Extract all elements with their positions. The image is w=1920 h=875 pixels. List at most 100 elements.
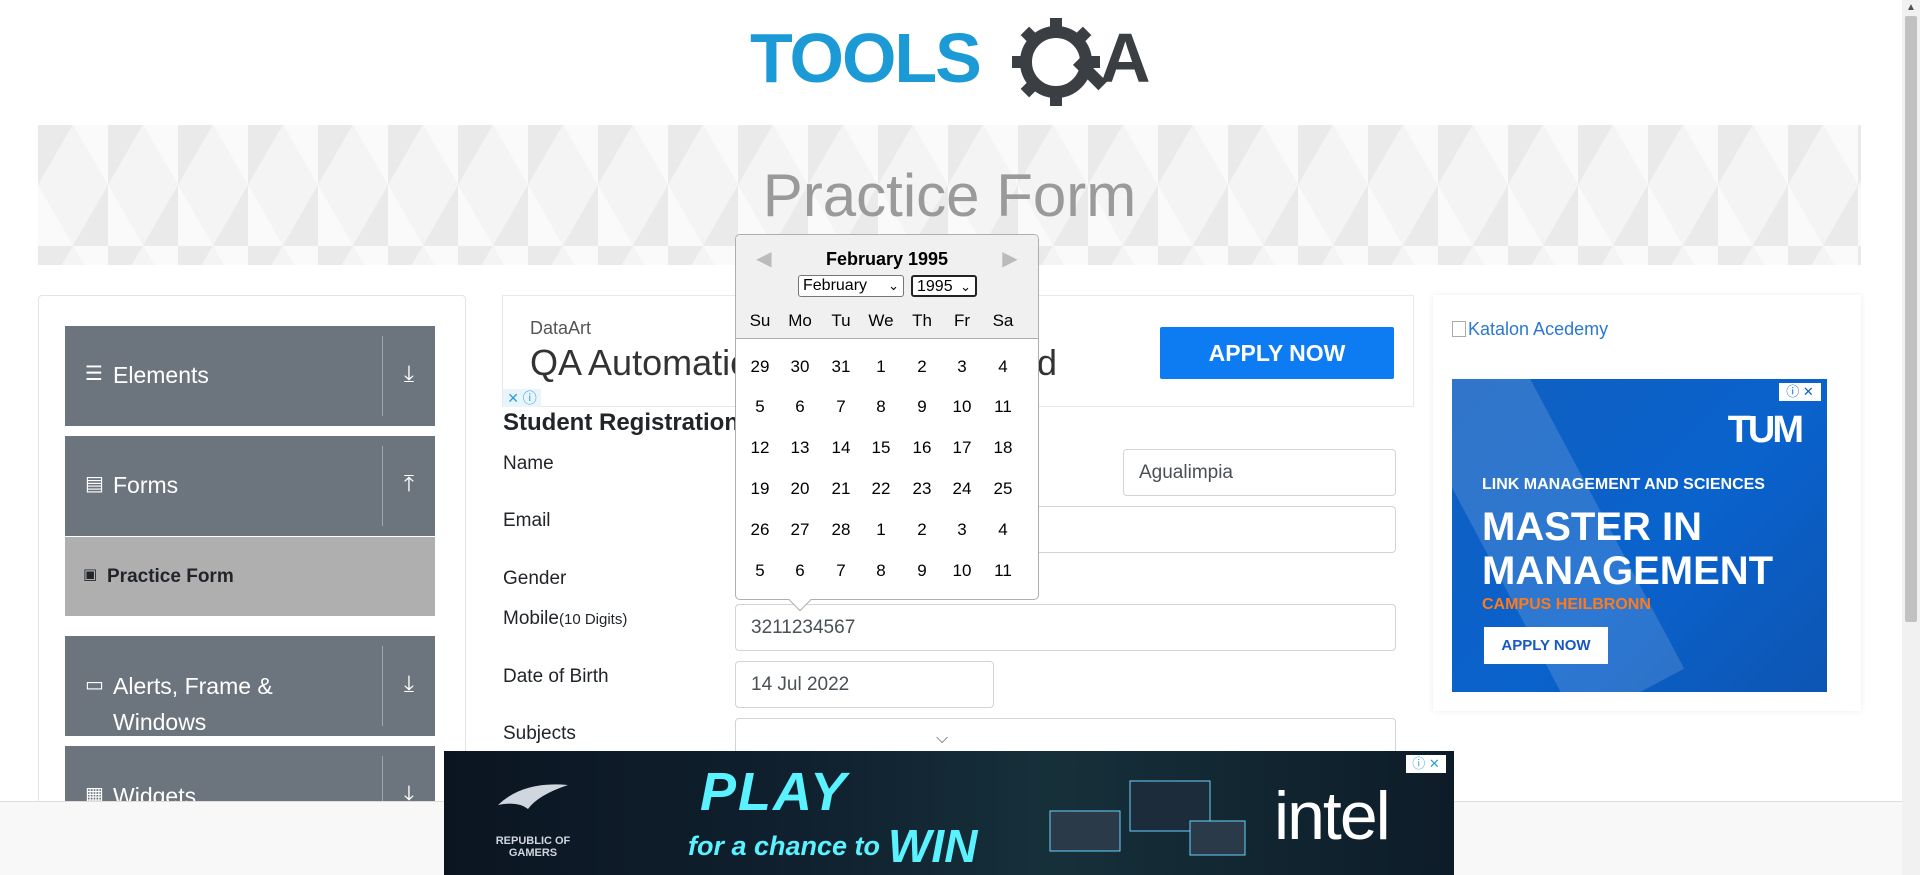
scroll-up-arrow-icon[interactable]: ▲ — [1902, 2, 1920, 13]
broken-image-icon — [1452, 321, 1466, 337]
day-name-su: Su — [749, 311, 771, 330]
upload-arrow-icon[interactable]: ⤒ — [393, 470, 425, 497]
day-name-we: We — [868, 311, 894, 330]
calendar-day[interactable]: 13 — [780, 438, 820, 458]
calendar-day[interactable]: 5 — [740, 561, 780, 581]
page-title: Practice Form — [762, 162, 1137, 229]
calendar-day[interactable]: 28 — [821, 520, 861, 540]
calendar-day[interactable]: 9 — [902, 397, 942, 417]
calendar-day[interactable]: 2 — [902, 520, 942, 540]
ad-brand: DataArt — [530, 318, 592, 338]
calendar-day[interactable]: 4 — [983, 520, 1023, 540]
chevron-down-icon: ⌄ — [960, 279, 971, 294]
calendar-day[interactable]: 17 — [942, 438, 982, 458]
ad-headline-line2: MANAGEMENT — [1482, 549, 1774, 593]
calendar-day[interactable]: 21 — [821, 479, 861, 499]
right-ad-panel: Katalon Acedemy ⓘ ✕ TUM LINK MANAGEMENT … — [1433, 295, 1861, 711]
calendar-day[interactable]: 11 — [983, 561, 1023, 581]
calendar-day[interactable]: 26 — [740, 520, 780, 540]
calendar-day[interactable]: 10 — [942, 561, 982, 581]
year-select[interactable]: 1995 ⌄ — [911, 275, 977, 297]
hamburger-icon: ☰ — [85, 363, 103, 385]
ad-chance-text: for a chance to — [688, 831, 881, 861]
name-label: Name — [503, 453, 554, 474]
ad-campus: CAMPUS HEILBRONN — [1482, 596, 1651, 613]
sidebar-item-practice-form[interactable]: ▣ Practice Form — [65, 537, 435, 616]
document-icon: ▤ — [85, 473, 104, 495]
adchoices-icon[interactable]: ⓘ ✕ — [1406, 755, 1446, 773]
page-scrollbar[interactable]: ▲ — [1902, 0, 1920, 875]
calendar-day[interactable]: 6 — [780, 561, 820, 581]
calendar-day[interactable]: 25 — [983, 479, 1023, 499]
tum-logo: TUM — [1727, 409, 1804, 451]
calendar-day[interactable]: 29 — [740, 357, 780, 377]
month-select[interactable]: February ⌄ — [798, 275, 904, 297]
calendar-day[interactable]: 2 — [902, 357, 942, 377]
date-of-birth-input[interactable]: 14 Jul 2022 — [735, 661, 994, 708]
mobile-input[interactable]: 3211234567 — [735, 604, 1396, 651]
sidebar-group-label: Forms — [113, 472, 179, 498]
mobile-label-text: Mobile — [503, 608, 559, 629]
tum-apply-now-button[interactable]: APPLY NOW — [1484, 627, 1608, 664]
calendar-day[interactable]: 5 — [740, 397, 780, 417]
sidebar-group-elements[interactable]: ☰ Elements ⤓ — [65, 326, 435, 426]
scroll-thumb[interactable] — [1905, 16, 1917, 622]
calendar-day[interactable]: 1 — [861, 520, 901, 540]
sidebar-item-label: Practice Form — [107, 566, 234, 587]
svg-text:A: A — [1100, 19, 1151, 97]
divider — [382, 756, 383, 806]
calendar-day[interactable]: 20 — [780, 479, 820, 499]
next-month-button[interactable]: ▶ — [998, 247, 1022, 271]
calendar-day[interactable]: 8 — [861, 397, 901, 417]
mobile-label: Mobile(10 Digits) — [503, 608, 627, 630]
year-select-value: 1995 — [917, 278, 953, 295]
tum-ad[interactable]: ⓘ ✕ TUM LINK MANAGEMENT AND SCIENCES MAS… — [1452, 379, 1827, 692]
calendar-day[interactable]: 7 — [821, 397, 861, 417]
sidebar-group-forms[interactable]: ▤ Forms ⤒ — [65, 436, 435, 536]
apply-now-button[interactable]: APPLY NOW — [1160, 327, 1394, 379]
ad-headline-line1: MASTER IN — [1482, 505, 1702, 549]
calendar-day[interactable]: 31 — [821, 357, 861, 377]
calendar-day[interactable]: 1 — [861, 357, 901, 377]
chevron-down-icon: ⌄ — [888, 278, 899, 293]
calendar-day[interactable]: 27 — [780, 520, 820, 540]
ad-win-text: WIN — [888, 820, 978, 872]
bottom-intel-ad[interactable]: ⓘ ✕ REPUBLIC OF GAMERS PLAY for a chance… — [444, 751, 1454, 875]
calendar-day[interactable]: 18 — [983, 438, 1023, 458]
calendar-day[interactable]: 7 — [821, 561, 861, 581]
calendar-day[interactable]: 12 — [740, 438, 780, 458]
calendar-day[interactable]: 16 — [902, 438, 942, 458]
mobile-hint: (10 Digits) — [558, 611, 628, 628]
adchoices-icon[interactable]: ⓘ ✕ — [1779, 383, 1821, 401]
calendar-day[interactable]: 3 — [942, 520, 982, 540]
calendar-day[interactable]: 10 — [942, 397, 982, 417]
calendar-day[interactable]: 30 — [780, 357, 820, 377]
rog-text: REPUBLIC OF GAMERS — [495, 835, 571, 859]
calendar-day[interactable]: 4 — [983, 357, 1023, 377]
calendar-day[interactable]: 6 — [780, 397, 820, 417]
calendar-day[interactable]: 22 — [861, 479, 901, 499]
katalon-academy-link[interactable]: Katalon Acedemy — [1452, 319, 1608, 340]
calendar-day[interactable]: 15 — [861, 438, 901, 458]
date-picker-popup: ◀ February 1995 ▶ February ⌄ 1995 ⌄ Su Mo… — [735, 234, 1039, 612]
calendar-day[interactable]: 9 — [902, 561, 942, 581]
rog-logo-icon — [498, 784, 568, 809]
calendar-day[interactable]: 11 — [983, 397, 1023, 417]
calendar-day[interactable]: 19 — [740, 479, 780, 499]
adchoices-icon[interactable]: ✕ ⓘ — [503, 389, 541, 407]
calendar-day[interactable]: 24 — [942, 479, 982, 499]
calendar-day[interactable]: 3 — [942, 357, 982, 377]
download-arrow-icon[interactable]: ⤓ — [393, 670, 425, 697]
laptops-image — [1049, 780, 1246, 856]
chevron-down-icon: ⌵ — [936, 730, 949, 747]
calendar-day[interactable]: 8 — [861, 561, 901, 581]
calendar-day[interactable]: 23 — [902, 479, 942, 499]
toolsqa-logo[interactable]: TOOLS A — [748, 16, 1158, 112]
current-month-label: February 1995 — [825, 249, 949, 269]
download-arrow-icon[interactable]: ⤓ — [393, 360, 425, 387]
calendar-day[interactable]: 14 — [821, 438, 861, 458]
last-name-input[interactable]: Agualimpia — [1123, 449, 1396, 496]
gender-label: Gender — [503, 568, 567, 589]
dob-label: Date of Birth — [503, 666, 609, 687]
sidebar-group-alerts[interactable]: ▭ Alerts, Frame & Windows ⤓ — [65, 636, 435, 736]
